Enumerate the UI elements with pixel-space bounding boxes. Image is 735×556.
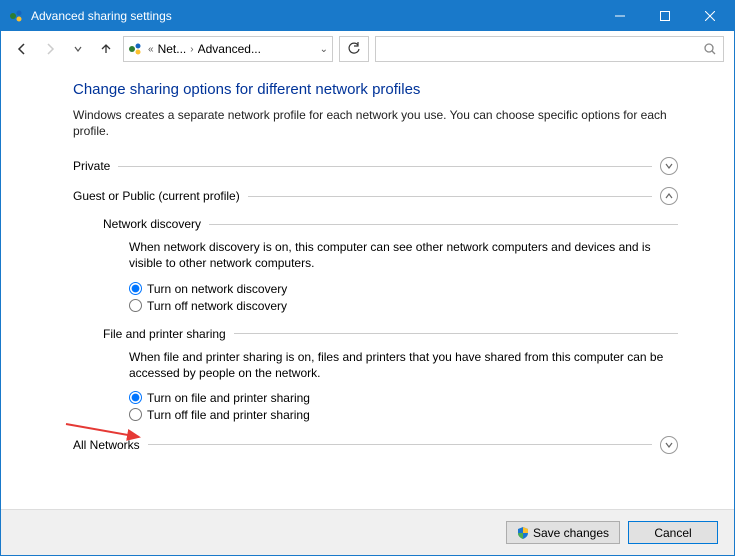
divider [148, 444, 652, 445]
radio-input[interactable] [129, 299, 142, 312]
network-discovery-group: Network discovery When network discovery… [103, 217, 678, 312]
section-guest-public[interactable]: Guest or Public (current profile) [73, 187, 678, 205]
button-label: Save changes [533, 526, 609, 540]
search-box[interactable] [375, 36, 724, 62]
back-button[interactable] [11, 38, 33, 60]
save-changes-button[interactable]: Save changes [506, 521, 620, 544]
address-bar[interactable]: « Net... › Advanced... ⌄ [123, 36, 333, 62]
page-description: Windows creates a separate network profi… [73, 108, 678, 139]
file-printer-sharing-group: File and printer sharing When file and p… [103, 327, 678, 422]
search-input[interactable] [382, 42, 703, 56]
radio-fp-off[interactable]: Turn off file and printer sharing [129, 408, 678, 422]
subsection-title: File and printer sharing [103, 327, 226, 341]
titlebar: Advanced sharing settings [1, 1, 734, 31]
section-label: Private [73, 159, 110, 173]
section-label: All Networks [73, 438, 140, 452]
radio-label: Turn off file and printer sharing [147, 408, 310, 422]
breadcrumb-item[interactable]: Advanced... [198, 42, 261, 56]
breadcrumb-item[interactable]: Net... [158, 42, 187, 56]
radio-nd-on[interactable]: Turn on network discovery [129, 282, 678, 296]
radio-label: Turn on network discovery [147, 282, 287, 296]
close-button[interactable] [687, 1, 732, 31]
uac-shield-icon [517, 527, 529, 539]
subsection-desc: When file and printer sharing is on, fil… [129, 349, 678, 381]
divider [118, 166, 652, 167]
radio-fp-on[interactable]: Turn on file and printer sharing [129, 391, 678, 405]
chevron-down-icon[interactable]: ⌄ [320, 44, 328, 55]
minimize-button[interactable] [597, 1, 642, 31]
subsection-title: Network discovery [103, 217, 201, 231]
radio-input[interactable] [129, 282, 142, 295]
button-label: Cancel [654, 526, 691, 540]
chevron-right-icon: › [190, 44, 193, 55]
expand-icon[interactable] [660, 157, 678, 175]
navbar: « Net... › Advanced... ⌄ [1, 31, 734, 67]
app-icon [9, 8, 25, 24]
cancel-button[interactable]: Cancel [628, 521, 718, 544]
radio-label: Turn on file and printer sharing [147, 391, 310, 405]
divider [248, 196, 652, 197]
refresh-button[interactable] [339, 36, 369, 62]
section-private[interactable]: Private [73, 157, 678, 175]
radio-input[interactable] [129, 408, 142, 421]
divider [234, 333, 678, 334]
radio-label: Turn off network discovery [147, 299, 287, 313]
search-icon [703, 42, 717, 56]
divider [209, 224, 678, 225]
recent-dropdown[interactable] [67, 38, 89, 60]
subsection-desc: When network discovery is on, this compu… [129, 239, 678, 271]
network-icon [128, 41, 144, 57]
forward-button[interactable] [39, 38, 61, 60]
collapse-icon[interactable] [660, 187, 678, 205]
section-label: Guest or Public (current profile) [73, 189, 240, 203]
footer: Save changes Cancel [1, 509, 734, 555]
maximize-button[interactable] [642, 1, 687, 31]
content-area: Change sharing options for different net… [1, 67, 734, 509]
chevron-left-icon: « [148, 44, 154, 55]
radio-input[interactable] [129, 391, 142, 404]
window-title: Advanced sharing settings [31, 9, 597, 23]
up-button[interactable] [95, 38, 117, 60]
radio-nd-off[interactable]: Turn off network discovery [129, 299, 678, 313]
section-all-networks[interactable]: All Networks [73, 436, 678, 454]
expand-icon[interactable] [660, 436, 678, 454]
page-heading: Change sharing options for different net… [73, 81, 678, 98]
